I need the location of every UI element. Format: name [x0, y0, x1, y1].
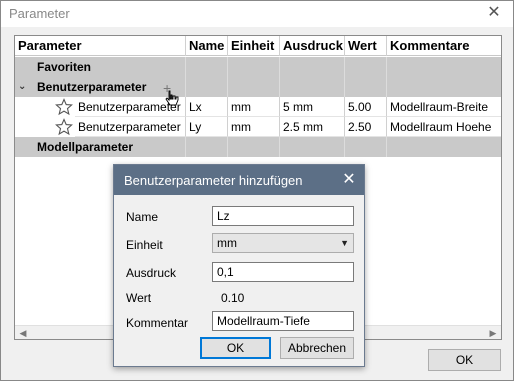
group-row-model-parameters[interactable]: Modellparameter — [15, 137, 501, 157]
name-label: Name — [126, 210, 159, 224]
expression-cell[interactable]: 2.5 mm — [280, 117, 345, 137]
value-display: 0.10 — [221, 291, 245, 305]
hand-cursor-icon — [165, 90, 179, 106]
add-user-parameter-dialog: Benutzerparameter hinzufügen ✕ Name Lz E… — [113, 164, 365, 367]
group-cell — [345, 77, 387, 97]
group-cell — [387, 137, 501, 157]
group-cell — [228, 137, 280, 157]
group-cell — [228, 77, 280, 97]
table-header: Parameter Name Einheit Ausdruck Wert Kom… — [15, 36, 501, 56]
group-cell — [345, 137, 387, 157]
group-cell — [228, 57, 280, 77]
unit-select[interactable]: mm ▼ — [212, 233, 354, 253]
comment-cell[interactable]: Modellraum-Breite — [387, 97, 501, 117]
group-cell — [186, 77, 228, 97]
group-cell — [280, 137, 345, 157]
value-label: Wert — [126, 291, 152, 305]
table-row[interactable]: Benutzerparameter Lx mm 5 mm 5.00 Modell… — [15, 97, 501, 117]
name-cell[interactable]: Ly — [186, 117, 228, 137]
value-cell: 2.50 — [345, 117, 387, 137]
caret-down-icon: ▼ — [340, 238, 349, 248]
scroll-right-icon[interactable]: ▶ — [486, 327, 500, 339]
column-header-name[interactable]: Name — [186, 36, 228, 56]
comment-label: Kommentar — [126, 316, 189, 330]
value-cell: 5.00 — [345, 97, 387, 117]
group-label-model-parameters: Modellparameter — [15, 137, 186, 157]
dialog-titlebar: Benutzerparameter hinzufügen ✕ — [114, 165, 364, 195]
scroll-left-icon[interactable]: ◀ — [16, 327, 30, 339]
group-row-user-parameters[interactable]: ⌄ Benutzerparameter + — [15, 77, 501, 97]
dialog-ok-button[interactable]: OK — [200, 337, 271, 359]
table-row[interactable]: Benutzerparameter Ly mm 2.5 mm 2.50 Mode… — [15, 117, 501, 137]
close-icon[interactable]: ✕ — [483, 2, 505, 24]
comment-field[interactable]: Modellraum-Tiefe — [212, 311, 354, 331]
group-cell — [186, 57, 228, 77]
group-cell — [387, 57, 501, 77]
star-icon[interactable] — [55, 118, 73, 136]
unit-cell[interactable]: mm — [228, 97, 280, 117]
column-header-value[interactable]: Wert — [345, 36, 387, 56]
comment-cell[interactable]: Modellraum Hoehe — [387, 117, 501, 137]
window-title: Parameter — [9, 6, 70, 21]
ok-button[interactable]: OK — [428, 349, 501, 371]
dialog-title: Benutzerparameter hinzufügen — [124, 173, 303, 188]
group-row-favorites[interactable]: Favoriten — [15, 57, 501, 77]
unit-cell[interactable]: mm — [228, 117, 280, 137]
expression-cell[interactable]: 5 mm — [280, 97, 345, 117]
unit-label: Einheit — [126, 238, 163, 252]
group-label-favorites: Favoriten — [15, 57, 186, 77]
group-cell — [345, 57, 387, 77]
expression-field[interactable]: 0,1 — [212, 262, 354, 282]
column-header-expression[interactable]: Ausdruck — [280, 36, 345, 56]
column-header-comment[interactable]: Kommentare — [387, 36, 501, 56]
group-cell — [280, 77, 345, 97]
dialog-cancel-button[interactable]: Abbrechen — [280, 337, 354, 359]
star-icon[interactable] — [55, 98, 73, 116]
group-label-user-parameters: Benutzerparameter — [15, 77, 186, 97]
column-header-parameter[interactable]: Parameter — [15, 36, 186, 56]
column-header-unit[interactable]: Einheit — [228, 36, 280, 56]
parameter-cell: Benutzerparameter — [75, 117, 186, 137]
unit-select-value: mm — [217, 236, 237, 250]
group-cell — [186, 137, 228, 157]
expression-label: Ausdruck — [126, 266, 177, 280]
name-field[interactable]: Lz — [212, 206, 354, 226]
window-titlebar: Parameter ✕ — [1, 1, 513, 27]
close-icon[interactable]: ✕ — [338, 169, 360, 191]
group-cell — [280, 57, 345, 77]
group-cell — [387, 77, 501, 97]
name-cell[interactable]: Lx — [186, 97, 228, 117]
